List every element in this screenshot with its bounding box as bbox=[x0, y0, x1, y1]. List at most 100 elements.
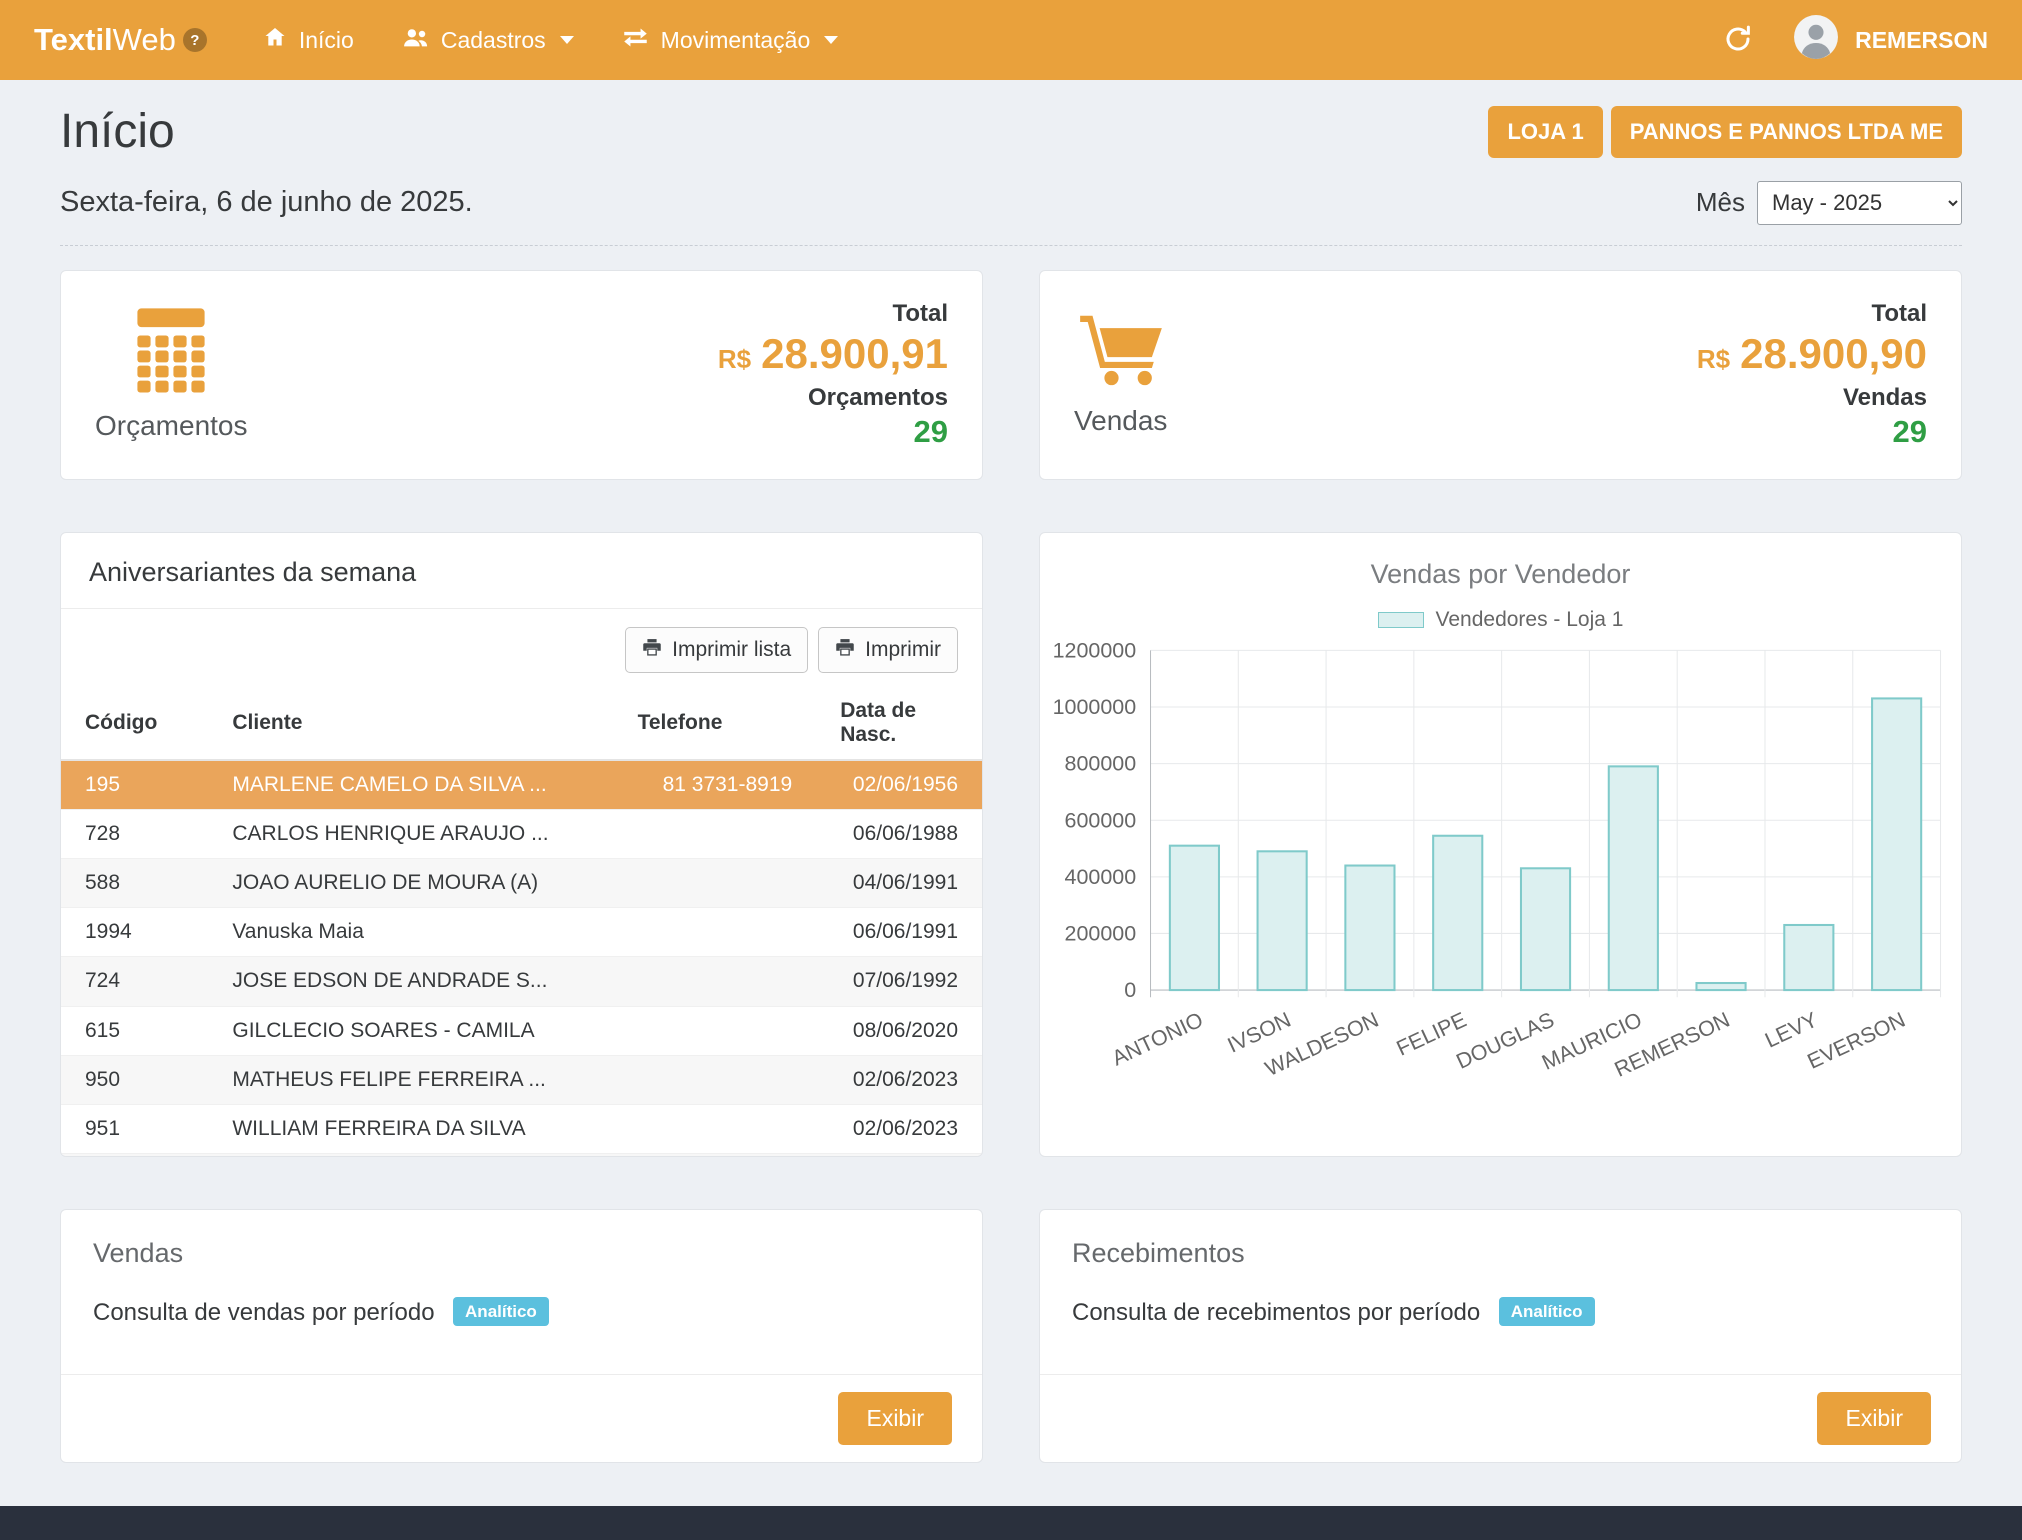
table-row[interactable]: 951WILLIAM FERREIRA DA SILVA02/06/2023 bbox=[61, 1104, 982, 1153]
bar-remerson bbox=[1696, 983, 1745, 990]
total-label: Total bbox=[1697, 300, 1927, 328]
bar-mauricio bbox=[1609, 766, 1658, 990]
bar-antonio bbox=[1170, 845, 1219, 989]
refresh-button[interactable] bbox=[1723, 24, 1753, 57]
birthdays-card: Aniversariantes da semana Imprimir lista… bbox=[60, 532, 983, 1157]
cell-codigo: 950 bbox=[61, 1055, 208, 1104]
analitico-badge: Analítico bbox=[1499, 1297, 1595, 1326]
cell-cliente: MATHEUS FELIPE FERREIRA ... bbox=[208, 1055, 613, 1104]
summary-label: Vendas bbox=[1074, 405, 1167, 437]
table-row[interactable]: 587JULIANA LIMA DE ANDRADE98307-690705/0… bbox=[61, 1153, 982, 1156]
cell-telefone bbox=[614, 1104, 817, 1153]
caret-down-icon bbox=[824, 36, 838, 44]
x-tick-label: LEVY bbox=[1761, 1007, 1821, 1052]
cell-nascimento: 08/06/2020 bbox=[816, 1006, 982, 1055]
refresh-icon bbox=[1723, 24, 1753, 57]
dashed-divider bbox=[60, 245, 1962, 246]
nav-label: Cadastros bbox=[441, 27, 546, 54]
cell-cliente: MARLENE CAMELO DA SILVA ... bbox=[208, 760, 613, 810]
cell-codigo: 1994 bbox=[61, 908, 208, 957]
cell-telefone bbox=[614, 1055, 817, 1104]
cell-nascimento: 02/06/1956 bbox=[816, 760, 982, 810]
summary-label: Orçamentos bbox=[95, 410, 248, 442]
bar-waldeson bbox=[1345, 865, 1394, 990]
cell-telefone bbox=[614, 957, 817, 1006]
y-tick-label: 1000000 bbox=[1053, 695, 1137, 719]
vendas-summary-card: Vendas Total R$28.900,90 Vendas 29 bbox=[1039, 270, 1962, 480]
cell-nascimento: 02/06/2023 bbox=[816, 1104, 982, 1153]
bar-felipe bbox=[1433, 836, 1482, 990]
cell-codigo: 615 bbox=[61, 1006, 208, 1055]
y-tick-label: 800000 bbox=[1065, 752, 1137, 776]
nav-label: Início bbox=[299, 27, 354, 54]
table-row[interactable]: 615GILCLECIO SOARES - CAMILA 08/06/2020 bbox=[61, 1006, 982, 1055]
cell-cliente: WILLIAM FERREIRA DA SILVA bbox=[208, 1104, 613, 1153]
sales-chart-card: Vendas por Vendedor Vendedores - Loja 1 … bbox=[1039, 532, 1962, 1157]
count-value: 29 bbox=[718, 414, 948, 450]
birthdays-table: Código Cliente Telefone Data de Nasc. 19… bbox=[61, 687, 982, 1157]
cell-codigo: 588 bbox=[61, 859, 208, 908]
nav-item-inicio[interactable]: Início bbox=[263, 25, 354, 55]
cell-cliente: GILCLECIO SOARES - CAMILA bbox=[208, 1006, 613, 1055]
card-description: Consulta de vendas por período bbox=[93, 1299, 435, 1326]
table-row[interactable]: 195MARLENE CAMELO DA SILVA ...81 3731-89… bbox=[61, 760, 982, 810]
card-title: Recebimentos bbox=[1072, 1238, 1929, 1269]
user-menu[interactable]: REMERSON bbox=[1793, 14, 1988, 66]
table-row[interactable]: 728CARLOS HENRIQUE ARAUJO ...06/06/1988 bbox=[61, 809, 982, 858]
total-label: Total bbox=[718, 300, 948, 328]
card-description: Consulta de recebimentos por período bbox=[1072, 1299, 1480, 1326]
cell-nascimento: 07/06/1992 bbox=[816, 957, 982, 1006]
sales-chart-svg: 020000040000060000080000010000001200000A… bbox=[1040, 636, 1961, 1092]
orcamentos-summary-card: Orçamentos Total R$28.900,91 Orçamentos … bbox=[60, 270, 983, 480]
vendas-report-card: Vendas Consulta de vendas por período An… bbox=[60, 1209, 983, 1463]
legend-label: Vendedores - Loja 1 bbox=[1436, 608, 1624, 632]
button-label: Imprimir bbox=[865, 638, 941, 662]
printer-icon bbox=[835, 637, 855, 663]
chart-title: Vendas por Vendedor bbox=[1040, 559, 1961, 590]
nav-item-cadastros[interactable]: Cadastros bbox=[402, 26, 574, 55]
month-select[interactable]: May - 2025 bbox=[1757, 181, 1962, 225]
y-tick-label: 0 bbox=[1124, 978, 1136, 1002]
store-button[interactable]: LOJA 1 bbox=[1488, 106, 1602, 158]
cell-cliente: Vanuska Maia bbox=[208, 908, 613, 957]
y-tick-label: 1200000 bbox=[1053, 638, 1137, 662]
table-header-row: Código Cliente Telefone Data de Nasc. bbox=[61, 687, 982, 760]
nav-label: Movimentação bbox=[661, 27, 811, 54]
exibir-button[interactable]: Exibir bbox=[838, 1392, 952, 1445]
navbar: TextilWeb ? Início Cadastros Movimentaçã… bbox=[0, 0, 2022, 80]
help-icon[interactable]: ? bbox=[183, 28, 207, 52]
legend-swatch-icon bbox=[1378, 612, 1424, 628]
count-value: 29 bbox=[1697, 414, 1927, 450]
count-label: Orçamentos bbox=[718, 384, 948, 412]
calculator-icon bbox=[133, 307, 209, 398]
analitico-badge: Analítico bbox=[453, 1297, 549, 1326]
y-tick-label: 600000 bbox=[1065, 808, 1137, 832]
cell-nascimento: 06/06/1988 bbox=[816, 809, 982, 858]
cell-cliente: JULIANA LIMA DE ANDRADE bbox=[208, 1153, 613, 1156]
chart-legend-item[interactable]: Vendedores - Loja 1 bbox=[1040, 608, 1961, 632]
col-telefone: Telefone bbox=[614, 687, 817, 760]
exibir-button[interactable]: Exibir bbox=[1817, 1392, 1931, 1445]
company-button[interactable]: PANNOS E PANNOS LTDA ME bbox=[1611, 106, 1962, 158]
table-row[interactable]: 950MATHEUS FELIPE FERREIRA ...02/06/2023 bbox=[61, 1055, 982, 1104]
table-row[interactable]: 724JOSE EDSON DE ANDRADE S...07/06/1992 bbox=[61, 957, 982, 1006]
cell-codigo: 724 bbox=[61, 957, 208, 1006]
col-cliente: Cliente bbox=[208, 687, 613, 760]
brand-logo[interactable]: TextilWeb ? bbox=[34, 22, 207, 58]
table-row[interactable]: 1994Vanuska Maia06/06/1991 bbox=[61, 908, 982, 957]
total-amount: 28.900,90 bbox=[1740, 330, 1927, 377]
cell-telefone bbox=[614, 859, 817, 908]
print-button[interactable]: Imprimir bbox=[818, 627, 958, 673]
cell-cliente: JOAO AURELIO DE MOURA (A) bbox=[208, 859, 613, 908]
nav-item-movimentacao[interactable]: Movimentação bbox=[622, 26, 839, 55]
total-amount: 28.900,91 bbox=[761, 330, 948, 377]
username: REMERSON bbox=[1855, 27, 1988, 54]
caret-down-icon bbox=[560, 36, 574, 44]
print-list-button[interactable]: Imprimir lista bbox=[625, 627, 808, 673]
cell-nascimento: 04/06/1991 bbox=[816, 859, 982, 908]
cell-telefone bbox=[614, 809, 817, 858]
table-row[interactable]: 588JOAO AURELIO DE MOURA (A) 04/06/1991 bbox=[61, 859, 982, 908]
x-tick-label: EVERSON bbox=[1804, 1007, 1909, 1073]
brand-regular: Web bbox=[113, 22, 176, 58]
users-icon bbox=[402, 26, 429, 55]
